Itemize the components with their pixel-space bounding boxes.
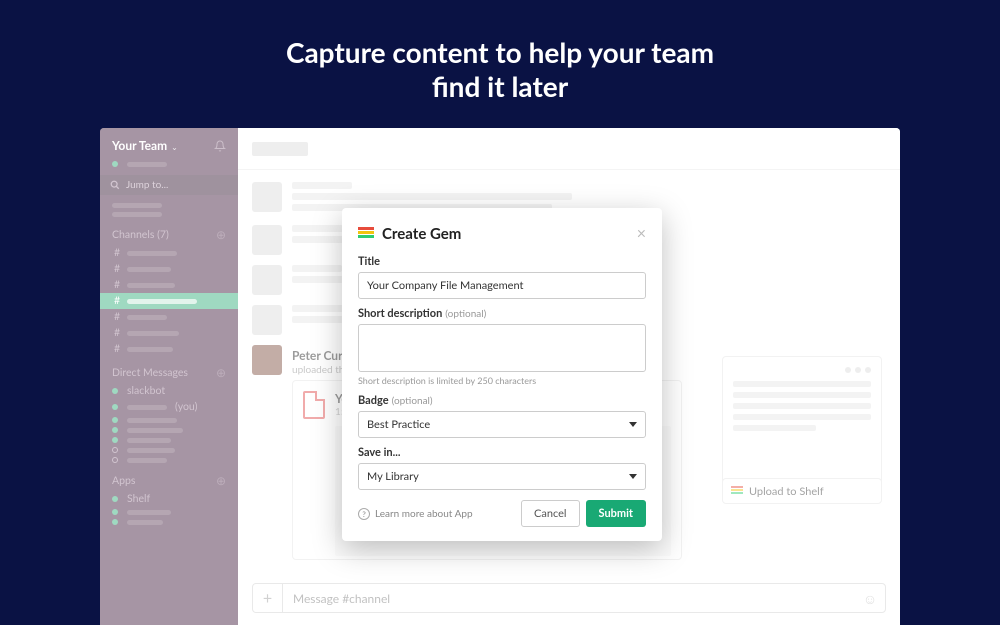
title-input[interactable] <box>358 272 646 299</box>
jump-to[interactable]: Jump to... <box>100 175 238 195</box>
sidebar: Your Team⌄ Jump to... Channels (7)⊕ # # … <box>100 128 238 625</box>
caret-down-icon <box>629 422 637 427</box>
message-input[interactable] <box>283 591 855 606</box>
channel-item[interactable]: # <box>100 325 238 341</box>
plus-icon[interactable]: ⊕ <box>216 365 226 380</box>
user-status[interactable] <box>100 159 238 169</box>
dm-item[interactable] <box>100 455 238 465</box>
dm-you[interactable]: (you) <box>100 399 238 415</box>
learn-more-link[interactable]: ?Learn more about App <box>358 508 521 520</box>
submit-button[interactable]: Submit <box>586 500 646 527</box>
channel-item[interactable]: # <box>100 341 238 357</box>
sidebar-row[interactable] <box>100 201 238 210</box>
upload-label: Upload to Shelf <box>749 485 824 498</box>
upload-to-shelf-button[interactable]: Upload to Shelf <box>722 478 882 504</box>
shelf-icon <box>358 227 374 240</box>
app-shelf[interactable]: Shelf <box>100 491 238 507</box>
plus-icon[interactable]: ⊕ <box>216 473 226 488</box>
channel-name-placeholder <box>252 142 308 156</box>
sidebar-row[interactable] <box>100 210 238 219</box>
chevron-down-icon: ⌄ <box>171 142 178 152</box>
channel-item[interactable]: # <box>100 245 238 261</box>
message-composer[interactable]: + ☺ <box>252 583 886 613</box>
desc-label: Short description(optional) <box>358 307 646 320</box>
avatar <box>252 345 282 375</box>
caret-down-icon <box>629 474 637 479</box>
channels-header[interactable]: Channels (7)⊕ <box>100 219 238 245</box>
dm-item[interactable] <box>100 435 238 445</box>
app-item[interactable] <box>100 517 238 527</box>
create-gem-modal: Create Gem × Title Short description(opt… <box>342 208 662 541</box>
modal-title: Create Gem <box>382 225 629 243</box>
channel-item[interactable]: # <box>100 261 238 277</box>
badge-label: Badge(optional) <box>358 394 646 407</box>
bell-icon[interactable] <box>214 140 226 152</box>
headline-line2: find it later <box>432 69 568 103</box>
avatar <box>252 182 282 212</box>
page-headline: Capture content to help your team find i… <box>0 0 1000 127</box>
channel-toolbar <box>238 128 900 170</box>
headline-line1: Capture content to help your team <box>286 35 714 69</box>
dm-item[interactable] <box>100 445 238 455</box>
desc-hint: Short description is limited by 250 char… <box>358 375 646 386</box>
plus-icon[interactable]: ⊕ <box>216 227 226 242</box>
avatar <box>252 265 282 295</box>
avatar <box>252 225 282 255</box>
channel-item[interactable]: # <box>100 309 238 325</box>
channel-item-active[interactable]: # <box>100 293 238 309</box>
avatar <box>252 305 282 335</box>
app-item[interactable] <box>100 507 238 517</box>
savein-label: Save in... <box>358 446 646 459</box>
team-name: Your Team <box>112 138 167 153</box>
search-icon <box>110 180 120 190</box>
help-icon: ? <box>358 508 370 520</box>
team-switcher[interactable]: Your Team ⌄ <box>100 128 238 159</box>
preview-pane <box>722 356 882 486</box>
plus-icon[interactable]: + <box>253 584 283 612</box>
shelf-icon <box>731 486 743 496</box>
desc-textarea[interactable] <box>358 324 646 372</box>
title-label: Title <box>358 255 646 268</box>
badge-select[interactable]: Best Practice <box>358 411 646 438</box>
dm-slackbot[interactable]: slackbot <box>100 383 238 399</box>
apps-header[interactable]: Apps⊕ <box>100 465 238 491</box>
dm-header[interactable]: Direct Messages⊕ <box>100 357 238 383</box>
dm-item[interactable] <box>100 415 238 425</box>
dm-item[interactable] <box>100 425 238 435</box>
file-icon <box>303 391 325 419</box>
savein-select[interactable]: My Library <box>358 463 646 490</box>
channel-item[interactable]: # <box>100 277 238 293</box>
close-icon[interactable]: × <box>637 224 646 243</box>
jump-label: Jump to... <box>126 179 168 191</box>
cancel-button[interactable]: Cancel <box>521 500 580 527</box>
emoji-icon[interactable]: ☺ <box>855 590 885 607</box>
